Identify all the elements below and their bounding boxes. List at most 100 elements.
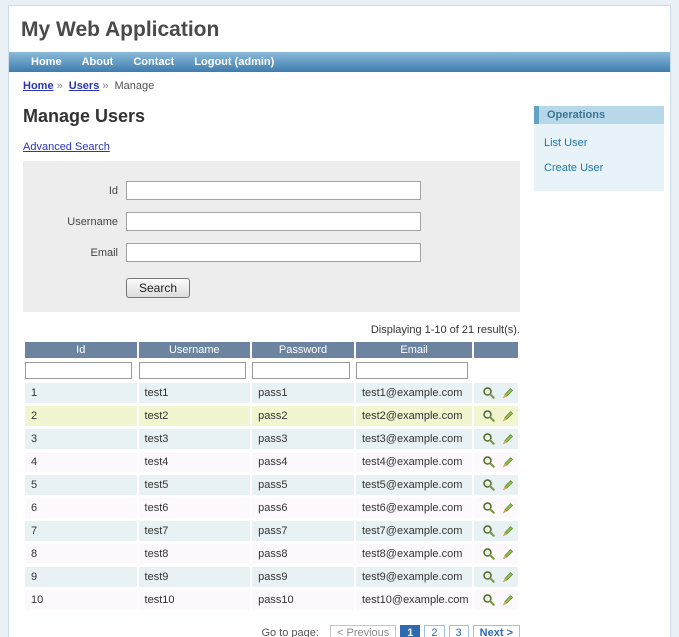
view-button[interactable]: [482, 524, 496, 538]
update-button[interactable]: [501, 386, 515, 400]
breadcrumb-link[interactable]: Home: [23, 80, 54, 92]
sidebar: Operations List User Create User: [534, 106, 664, 191]
cell-email: test8@example.com: [356, 544, 472, 564]
update-button[interactable]: [501, 593, 515, 607]
cell-id: 2: [25, 406, 137, 426]
table-row[interactable]: 7 test7 pass7 test7@example.com: [25, 521, 518, 541]
cell-password: pass3: [252, 429, 354, 449]
search-form-row: Username: [23, 212, 520, 231]
search-field-input[interactable]: [126, 181, 421, 200]
main-menu-link[interactable]: About: [72, 52, 124, 72]
view-button[interactable]: [482, 547, 496, 561]
view-icon: [482, 432, 496, 446]
update-button[interactable]: [501, 501, 515, 515]
cell-username: test10: [139, 590, 251, 610]
table-row[interactable]: 10 test10 pass10 test10@example.com: [25, 590, 518, 610]
view-button[interactable]: [482, 501, 496, 515]
update-button[interactable]: [501, 524, 515, 538]
grid-column-header[interactable]: Username: [139, 342, 251, 358]
update-button[interactable]: [501, 455, 515, 469]
view-icon: [482, 570, 496, 584]
table-row[interactable]: 3 test3 pass3 test3@example.com: [25, 429, 518, 449]
view-button[interactable]: [482, 432, 496, 446]
pager-page-link[interactable]: 3: [449, 625, 469, 637]
table-row[interactable]: 8 test8 pass8 test8@example.com: [25, 544, 518, 564]
view-button[interactable]: [482, 386, 496, 400]
view-icon: [482, 524, 496, 538]
sidebar-item[interactable]: List User: [544, 133, 656, 151]
main-menu: Home About Contact Logout (admin): [9, 52, 670, 72]
pager-page[interactable]: 2: [424, 625, 444, 637]
update-button[interactable]: [501, 570, 515, 584]
main-menu-item[interactable]: Home: [21, 52, 72, 72]
cell-actions: [474, 452, 518, 472]
pager-page-link[interactable]: 2: [424, 625, 444, 637]
view-button[interactable]: [482, 593, 496, 607]
sidebar-link[interactable]: Create User: [544, 162, 603, 174]
view-button[interactable]: [482, 409, 496, 423]
breadcrumb-separator: »: [102, 80, 108, 92]
cell-email: test4@example.com: [356, 452, 472, 472]
pager-page[interactable]: 1: [400, 625, 420, 637]
app-title: My Web Application: [21, 18, 658, 42]
sidebar-link[interactable]: List User: [544, 137, 587, 149]
main-menu-link[interactable]: Contact: [123, 52, 184, 72]
users-grid: Id Username Password Email: [23, 339, 520, 613]
cell-username: test8: [139, 544, 251, 564]
grid-column-header[interactable]: Email: [356, 342, 472, 358]
cell-email: test1@example.com: [356, 383, 472, 403]
advanced-search-link[interactable]: Advanced Search: [23, 141, 110, 153]
update-icon: [501, 501, 515, 515]
cell-id: 5: [25, 475, 137, 495]
main-menu-item[interactable]: About: [72, 52, 124, 72]
main-menu-item[interactable]: Contact: [123, 52, 184, 72]
main-menu-item[interactable]: Logout (admin): [184, 52, 284, 72]
cell-password: pass2: [252, 406, 354, 426]
cell-email: test5@example.com: [356, 475, 472, 495]
grid-summary: Displaying 1-10 of 21 result(s).: [23, 324, 520, 336]
search-field-input[interactable]: [126, 243, 421, 262]
breadcrumb-link[interactable]: Users: [69, 80, 100, 92]
table-row[interactable]: 2 test2 pass2 test2@example.com: [25, 406, 518, 426]
grid-filter-input[interactable]: [356, 362, 468, 379]
grid-filter-input[interactable]: [252, 362, 350, 379]
table-row[interactable]: 5 test5 pass5 test5@example.com: [25, 475, 518, 495]
table-row[interactable]: 6 test6 pass6 test6@example.com: [25, 498, 518, 518]
cell-password: pass6: [252, 498, 354, 518]
view-button[interactable]: [482, 570, 496, 584]
view-button[interactable]: [482, 455, 496, 469]
update-icon: [501, 547, 515, 561]
update-button[interactable]: [501, 547, 515, 561]
operations-portlet-body: List User Create User: [534, 124, 664, 191]
table-row[interactable]: 1 test1 pass1 test1@example.com: [25, 383, 518, 403]
content-columns: Manage Users Advanced Search Id Username: [9, 98, 670, 637]
grid-filter-input[interactable]: [25, 362, 132, 379]
sidebar-item[interactable]: Create User: [544, 158, 656, 176]
main-menu-link[interactable]: Home: [21, 52, 72, 72]
cell-actions: [474, 521, 518, 541]
grid-column-header[interactable]: Id: [25, 342, 137, 358]
search-button[interactable]: Search: [126, 278, 190, 298]
search-field-input[interactable]: [126, 212, 421, 231]
main-menu-link[interactable]: Logout (admin): [184, 52, 284, 72]
update-button[interactable]: [501, 432, 515, 446]
grid-column-header[interactable]: Password: [252, 342, 354, 358]
pager-next[interactable]: Next >: [473, 625, 520, 637]
cell-password: pass5: [252, 475, 354, 495]
table-row[interactable]: 9 test9 pass9 test9@example.com: [25, 567, 518, 587]
grid-filter-input[interactable]: [139, 362, 246, 379]
update-button[interactable]: [501, 409, 515, 423]
pager-page[interactable]: 3: [449, 625, 469, 637]
cell-actions: [474, 567, 518, 587]
cell-password: pass8: [252, 544, 354, 564]
table-row[interactable]: 4 test4 pass4 test4@example.com: [25, 452, 518, 472]
cell-password: pass1: [252, 383, 354, 403]
cell-password: pass4: [252, 452, 354, 472]
search-field-label: Username: [23, 216, 118, 228]
pager-page-link[interactable]: 1: [400, 625, 420, 637]
cell-email: test3@example.com: [356, 429, 472, 449]
view-icon: [482, 593, 496, 607]
update-button[interactable]: [501, 478, 515, 492]
view-button[interactable]: [482, 478, 496, 492]
main-menu-list: Home About Contact Logout (admin): [21, 52, 670, 72]
